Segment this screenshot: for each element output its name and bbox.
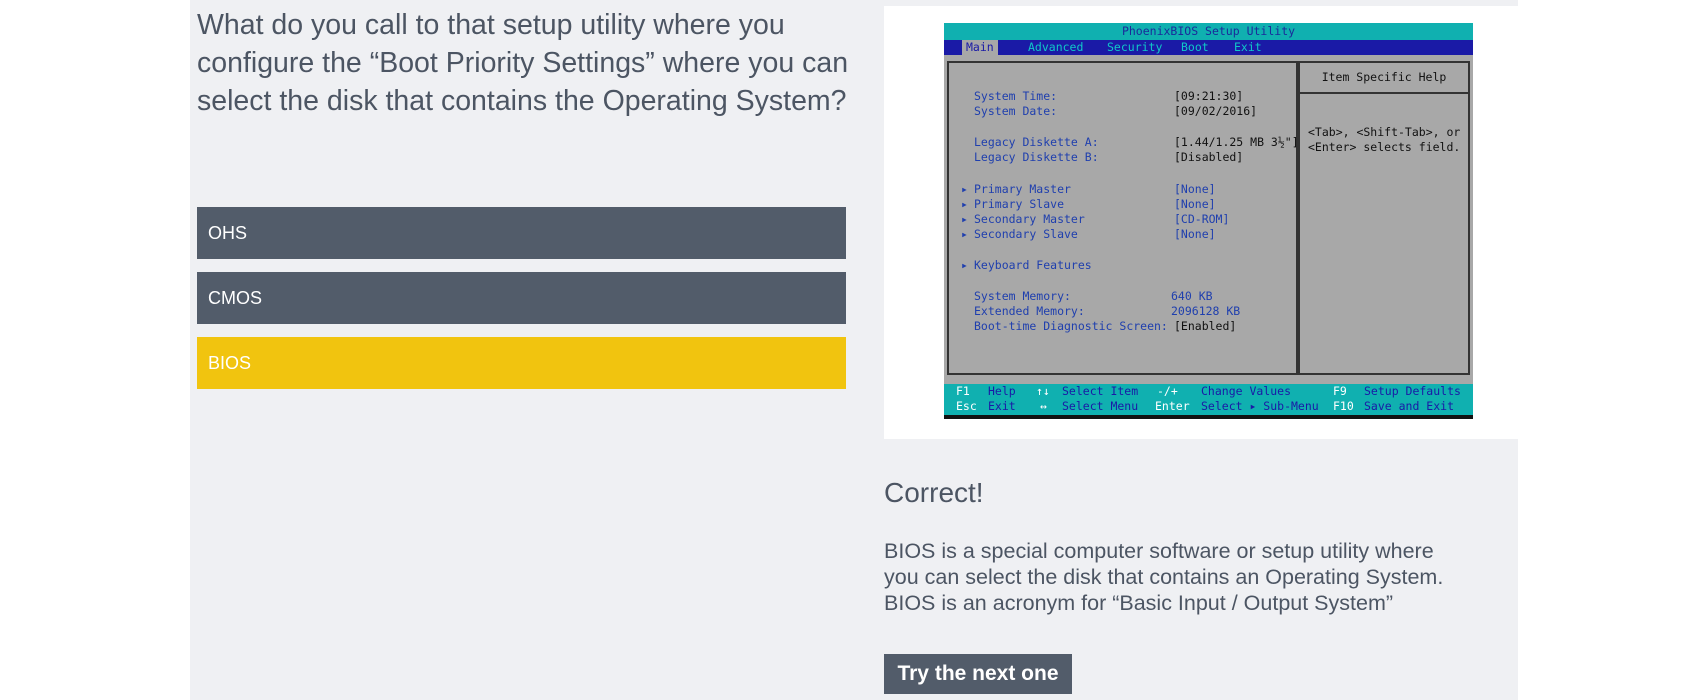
- bios-footer-text: Setup Defaults: [1364, 384, 1461, 398]
- bios-footer-text: Help: [988, 384, 1016, 398]
- feedback-line: BIOS is an acronym for “Basic Input / Ou…: [884, 591, 1394, 615]
- bios-footer-key: ↑↓: [1036, 384, 1050, 398]
- bios-row-label: Boot-time Diagnostic Screen:: [974, 319, 1168, 333]
- question-image: PhoenixBIOS Setup Utility Main Advanced …: [884, 6, 1518, 439]
- bios-title: PhoenixBIOS Setup Utility: [944, 23, 1473, 40]
- bios-row-label: Primary Slave: [974, 197, 1065, 211]
- bios-help-title: Item Specific Help: [1300, 63, 1468, 94]
- answer-option-cmos[interactable]: CMOS: [197, 272, 846, 324]
- bios-footer-key: ↔: [1040, 399, 1047, 413]
- bios-help-text: <Tab>, <Shift-Tab>, or <Enter> selects f…: [1308, 125, 1468, 155]
- bios-row-value: 2096128 KB: [1171, 304, 1241, 318]
- bios-tab-boot: Boot: [1181, 40, 1209, 54]
- bios-row-label: System Memory:: [974, 289, 1071, 303]
- bios-footer-text: Save and Exit: [1364, 399, 1455, 413]
- bios-row-value: [None]: [1174, 182, 1216, 196]
- feedback-text: BIOS is a special computer software or s…: [884, 538, 1524, 616]
- bios-row-label: Secondary Slave: [974, 227, 1078, 241]
- bios-screenshot: PhoenixBIOS Setup Utility Main Advanced …: [944, 23, 1473, 419]
- bios-row-value: 640 KB: [1171, 289, 1213, 303]
- bios-row-value: [09:21:30]: [1174, 89, 1244, 103]
- answer-option-bios[interactable]: BIOS: [197, 337, 846, 389]
- feedback-line: BIOS is a special computer software or s…: [884, 539, 1434, 563]
- bios-row-label: Legacy Diskette A:: [974, 135, 1099, 149]
- submenu-arrow-icon: ▸: [961, 258, 968, 272]
- bios-footer-key: Esc: [956, 399, 977, 413]
- bios-row-label: Secondary Master: [974, 212, 1085, 226]
- bios-row-value: [CD-ROM]: [1174, 212, 1230, 226]
- bios-row-value: [Enabled]: [1174, 319, 1237, 333]
- submenu-arrow-icon: ▸: [961, 197, 968, 211]
- bios-row-value: [09/02/2016]: [1174, 104, 1258, 118]
- bios-footer-text: Exit: [988, 399, 1016, 413]
- bios-tab-advanced: Advanced: [1028, 40, 1084, 54]
- feedback-title: Correct!: [884, 477, 984, 508]
- bios-footer-key: F10: [1333, 399, 1354, 413]
- bios-footer-key: F1: [956, 384, 970, 398]
- bios-footer-key: Enter: [1155, 399, 1190, 413]
- bios-row-value: [Disabled]: [1174, 150, 1244, 164]
- bios-row-label: Legacy Diskette B:: [974, 150, 1099, 164]
- bios-row-value: [None]: [1174, 227, 1216, 241]
- bios-footer: F1 Help ↑↓ Select Item -/+ Change Values…: [944, 384, 1473, 415]
- bios-footer-key: F9: [1333, 384, 1347, 398]
- bios-help-box: Item Specific Help <Tab>, <Shift-Tab>, o…: [1298, 61, 1470, 375]
- bios-row-label: System Time:: [974, 89, 1058, 103]
- bios-footer-text: Change Values: [1201, 384, 1292, 398]
- bios-row-label: Keyboard Features: [974, 258, 1092, 272]
- submenu-arrow-icon: ▸: [961, 227, 968, 241]
- bios-row-label: Primary Master: [974, 182, 1071, 196]
- bios-help-line: <Enter> selects field.: [1308, 140, 1461, 154]
- bios-footer-text: Select ▸ Sub-Menu: [1201, 399, 1319, 413]
- bios-row-label: Extended Memory:: [974, 304, 1085, 318]
- bios-tab-exit: Exit: [1234, 40, 1262, 54]
- submenu-arrow-icon: ▸: [961, 212, 968, 226]
- bios-tab-main: Main: [962, 40, 998, 55]
- bios-tab-security: Security: [1107, 40, 1163, 54]
- bios-main-box: System Time: [09:21:30] System Date: [09…: [947, 61, 1299, 375]
- bios-footer-key: -/+: [1157, 384, 1178, 398]
- bios-row-value: [1.44/1.25 MB 3½"]: [1174, 135, 1299, 149]
- question-text: What do you call to that setup utility w…: [197, 9, 849, 117]
- bios-footer-text: Select Item: [1062, 384, 1139, 398]
- bios-row-label: System Date:: [974, 104, 1058, 118]
- feedback-line: you can select the disk that contains an…: [884, 565, 1444, 589]
- submenu-arrow-icon: ▸: [961, 182, 968, 196]
- bios-menubar: Main Advanced Security Boot Exit: [944, 40, 1473, 55]
- bios-row-value: [None]: [1174, 197, 1216, 211]
- try-next-button[interactable]: Try the next one: [884, 654, 1072, 694]
- bios-footer-text: Select Menu: [1062, 399, 1139, 413]
- answer-option-ohs[interactable]: OHS: [197, 207, 846, 259]
- bios-bottom-border: [944, 415, 1473, 419]
- bios-help-line: <Tab>, <Shift-Tab>, or: [1308, 125, 1461, 139]
